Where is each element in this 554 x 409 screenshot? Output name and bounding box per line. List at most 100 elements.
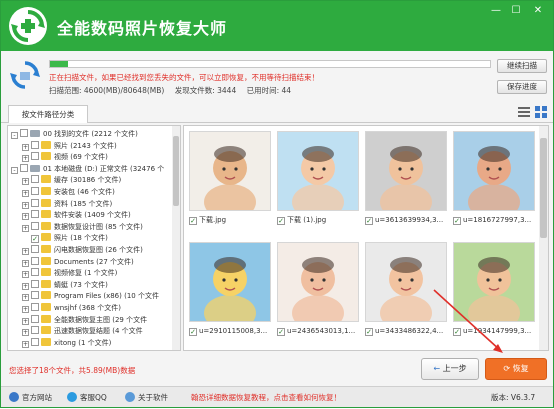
expand-toggle-icon[interactable]: + [22, 259, 29, 267]
photo-thumbnail[interactable] [277, 242, 359, 322]
file-name-row[interactable]: ✓ u=1816727997,3... [453, 214, 535, 226]
previous-step-button[interactable]: ← 上一步 [421, 358, 479, 380]
collapse-toggle-icon[interactable]: - [11, 166, 18, 174]
file-tile[interactable]: ✓ u=1816727997,3... [453, 131, 535, 227]
file-checkbox[interactable]: ✓ [365, 217, 373, 225]
tree-checkbox[interactable] [31, 291, 39, 300]
tree-node[interactable]: + 软件安装 (1409 个文件) [22, 210, 131, 221]
grid-scrollbar[interactable] [539, 126, 548, 350]
file-checkbox[interactable]: ✓ [453, 217, 461, 225]
grid-scroll-thumb[interactable] [540, 138, 547, 238]
about-software-link[interactable]: 关于软件 [125, 392, 168, 403]
tree-node[interactable]: + 资料 (185 个文件) [22, 198, 112, 210]
tree-checkbox[interactable] [31, 175, 39, 184]
file-checkbox[interactable]: ✓ [453, 328, 461, 336]
tree-node[interactable]: + Program Files (x86) (10 个文件 [22, 291, 159, 302]
file-tile[interactable]: ✓ u=3433486322,4... [365, 242, 447, 338]
tree-checkbox[interactable] [31, 245, 39, 253]
maximize-button[interactable]: ☐ [507, 3, 525, 19]
file-name-row[interactable]: ✓ u=2910115008,3... [189, 325, 271, 337]
file-tile[interactable]: ✓ 下载.jpg [189, 131, 271, 227]
expand-toggle-icon[interactable]: + [22, 248, 29, 255]
photo-thumbnail[interactable] [189, 131, 271, 211]
tree-scrollbar[interactable] [172, 126, 180, 350]
photo-thumbnail[interactable] [365, 131, 447, 211]
continue-scan-button[interactable]: 继续扫描 [497, 59, 547, 73]
file-tile[interactable]: ✓ u=2436543013,1... [277, 242, 359, 338]
tree-checkbox[interactable] [31, 256, 39, 265]
expand-toggle-icon[interactable]: + [22, 317, 29, 325]
file-tile[interactable]: ✓ u=2910115008,3... [189, 242, 271, 338]
file-name-row[interactable]: ✓ u=1934147999,3... [453, 325, 535, 337]
tree-node[interactable]: - 00 找到的文件 (2212 个文件) [11, 129, 138, 140]
expand-toggle-icon[interactable]: + [22, 143, 29, 151]
tree-checkbox[interactable] [31, 221, 39, 230]
expand-toggle-icon[interactable]: + [22, 271, 29, 279]
file-name-row[interactable]: ✓ u=3613639934,3... [365, 214, 447, 226]
expand-toggle-icon[interactable]: + [22, 306, 29, 313]
file-checkbox[interactable]: ✓ [277, 217, 285, 225]
tree-checkbox[interactable] [31, 198, 39, 207]
recover-button[interactable]: ⟳ 恢复 [485, 358, 547, 380]
expand-toggle-icon[interactable]: + [22, 294, 29, 302]
tree-scroll-thumb[interactable] [173, 136, 179, 206]
file-checkbox[interactable]: ✓ [277, 328, 285, 336]
tree-checkbox[interactable] [31, 303, 39, 311]
file-name-row[interactable]: ✓ 下载.jpg [189, 214, 271, 226]
expand-toggle-icon[interactable]: + [22, 213, 29, 221]
list-view-icon[interactable] [517, 105, 531, 119]
file-tile[interactable]: ✓ 下载 (1).jpg [277, 131, 359, 227]
expand-toggle-icon[interactable]: + [22, 155, 29, 163]
tree-checkbox[interactable] [20, 129, 28, 137]
expand-toggle-icon[interactable]: + [22, 340, 29, 348]
file-checkbox[interactable]: ✓ [189, 328, 197, 336]
expand-toggle-icon[interactable]: + [22, 178, 29, 186]
expand-toggle-icon[interactable]: + [22, 282, 29, 290]
tree-checkbox[interactable] [31, 268, 39, 277]
photo-thumbnail[interactable] [453, 131, 535, 211]
tree-checkbox[interactable] [31, 314, 39, 323]
tree-checkbox[interactable] [31, 140, 39, 149]
file-tile[interactable]: ✓ u=3613639934,3... [365, 131, 447, 227]
close-button[interactable]: ✕ [529, 3, 547, 19]
file-tile[interactable]: ✓ u=1934147999,3... [453, 242, 535, 338]
tree-node[interactable]: + 安装包 (46 个文件) [22, 187, 115, 198]
file-checkbox[interactable]: ✓ [189, 217, 197, 225]
tree-node[interactable]: + 全能数据恢复主图 (29 个文件 [22, 314, 147, 326]
tree-node[interactable]: + 数据恢复设计图 (85 个文件) [22, 221, 143, 233]
file-checkbox[interactable]: ✓ [365, 328, 373, 336]
tree-node[interactable]: + 迅速数据恢复结题 (4 个文件 [22, 326, 143, 337]
tree-checkbox[interactable] [31, 279, 39, 288]
tree-node[interactable]: + wnsjhf (368 个文件) [22, 303, 121, 314]
file-name-row[interactable]: ✓ 下载 (1).jpg [277, 214, 359, 226]
tree-node[interactable]: + 视频 (69 个文件) [22, 152, 108, 163]
tree-node[interactable]: ✓ 照片 (18 个文件) [22, 233, 108, 244]
support-qq-link[interactable]: 客服QQ [67, 392, 107, 403]
photo-thumbnail[interactable] [277, 131, 359, 211]
tree-checkbox[interactable] [20, 163, 28, 172]
photo-thumbnail[interactable] [189, 242, 271, 322]
tree-node[interactable]: + 视频修复 (1 个文件) [22, 268, 117, 279]
official-website-link[interactable]: 官方网站 [9, 392, 52, 403]
tree-checkbox[interactable] [31, 210, 39, 219]
expand-toggle-icon[interactable]: + [22, 224, 29, 232]
expand-toggle-icon[interactable]: + [22, 190, 29, 197]
minimize-button[interactable]: — [487, 3, 505, 19]
file-name-row[interactable]: ✓ u=2436543013,1... [277, 325, 359, 337]
tree-checkbox[interactable]: ✓ [31, 235, 39, 244]
tree-node[interactable]: + Documents (27 个文件) [22, 256, 134, 268]
file-name-row[interactable]: ✓ u=3433486322,4... [365, 325, 447, 337]
expand-toggle-icon[interactable]: + [22, 201, 29, 209]
tree-node[interactable]: - 01 本地磁盘 (D:) 正常文件 (32476 个 [11, 163, 164, 175]
photo-thumbnail[interactable] [453, 242, 535, 322]
tree-node[interactable]: + 缓存 (30186 个文件) [22, 175, 121, 186]
photo-thumbnail[interactable] [365, 242, 447, 322]
save-progress-button[interactable]: 保存进度 [497, 80, 547, 94]
tree-node[interactable]: + 闪电数据恢复图 (26 个文件) [22, 245, 143, 256]
tree-node[interactable]: + xitong (1 个文件) [22, 337, 111, 349]
tutorial-link[interactable]: 翰恐详细数据恢复教程，点击查看如何恢复！ [191, 392, 341, 403]
tree-node[interactable]: + 蜻蜓 (73 个文件) [22, 279, 108, 291]
collapse-toggle-icon[interactable]: - [11, 132, 18, 139]
tree-checkbox[interactable] [31, 337, 39, 346]
grid-view-icon[interactable] [534, 105, 548, 119]
